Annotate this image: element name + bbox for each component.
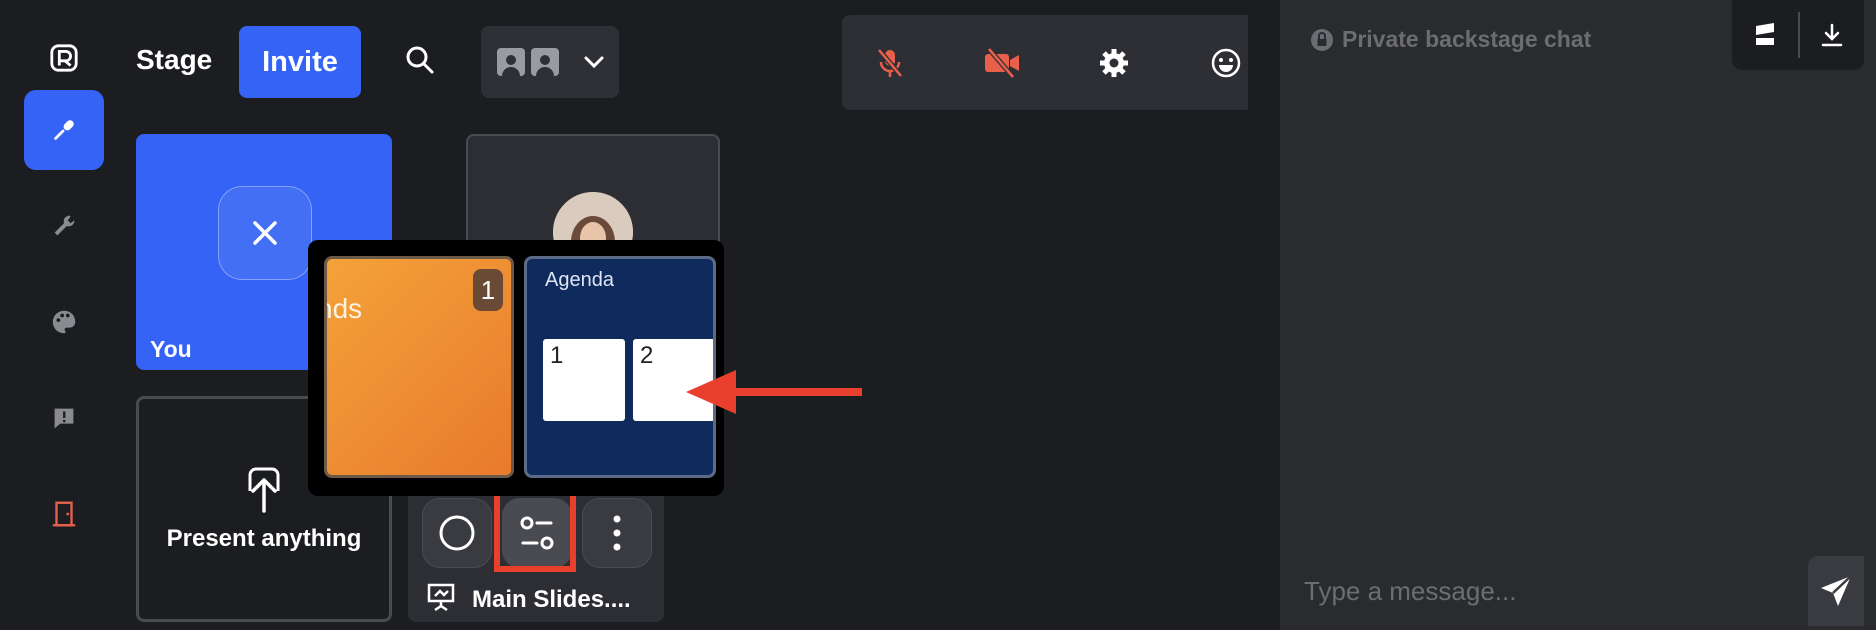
slide-title-text: nds [327,293,363,324]
circle-icon [439,515,475,551]
banner-button[interactable] [1732,0,1798,70]
download-button[interactable] [1800,0,1864,70]
chevron-down-icon [584,56,604,69]
rail-tools[interactable] [24,186,104,266]
send-button[interactable] [1808,556,1864,626]
presentation-icon [426,582,456,617]
remove-button[interactable] [218,186,312,280]
gear-icon [1100,49,1128,77]
rail-exit[interactable] [24,474,104,554]
chat-title: Private backstage chat [1342,26,1592,52]
media-toolbar [842,15,1248,110]
chat-actions [1732,0,1864,70]
search-icon [406,46,434,74]
more-options-button[interactable] [582,498,652,568]
wrench-icon [54,215,75,236]
page-title: Stage [136,44,213,75]
camera-off-icon [985,47,1019,79]
emoji-icon [1211,48,1241,78]
backstage-chat-panel: Private backstage chat Type a message... [1280,0,1876,630]
upload-icon [240,465,288,518]
chat-message-input[interactable]: Type a message... [1304,576,1516,607]
download-icon [1821,23,1842,47]
chat-header: Private backstage chat [1310,26,1591,53]
more-vertical-icon [613,515,621,551]
annotation-arrow [686,370,862,419]
slide-thumbnail-1[interactable]: nds 1 [324,256,514,478]
person-icon [531,48,559,76]
palette-icon [52,310,76,334]
slide-picker-popover: nds 1 Agenda 1 2 [308,240,724,496]
rail-chat[interactable] [24,378,104,458]
reactions-button[interactable] [1206,43,1246,83]
highlight-box [494,490,576,572]
microphone-icon [54,120,74,140]
exit-door-icon [52,501,76,527]
app-logo-icon[interactable] [24,18,104,98]
rail-design[interactable] [24,282,104,362]
current-slide-badge: 1 [473,269,503,311]
slide-thumbnail-2[interactable]: Agenda 1 2 [524,256,716,478]
message-alert-icon [54,408,74,429]
mic-off-icon [877,48,903,78]
camera-toggle-button[interactable] [982,43,1022,83]
slides-name-label: Main Slides.... [472,586,631,613]
search-button[interactable] [398,38,442,82]
banner-icon [1756,23,1774,45]
layout-dropdown[interactable] [481,26,619,98]
lock-icon [1311,28,1333,51]
person-icon [497,48,525,76]
present-anything-label: Present anything [166,525,362,552]
invite-button[interactable]: Invite [239,26,361,98]
mute-button[interactable] [870,43,910,83]
settings-button[interactable] [1094,43,1134,83]
circle-toggle-button[interactable] [422,498,492,568]
rail-microphone[interactable] [24,90,104,170]
self-name-label: You [150,336,192,362]
slide-title-text: Agenda [545,269,614,291]
send-icon [1821,575,1852,606]
close-icon [253,221,277,245]
slide-content-box: 1 [543,339,625,421]
